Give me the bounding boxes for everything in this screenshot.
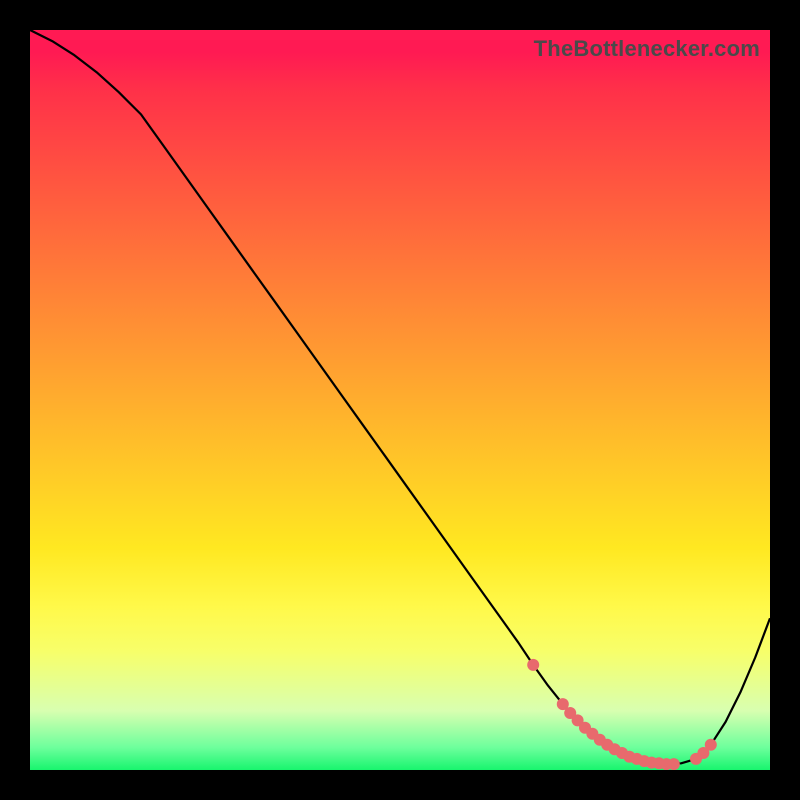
plot-area: TheBottlenecker.com [30,30,770,770]
marker-point [668,758,680,770]
chart-svg [30,30,770,770]
curve-line [30,30,770,764]
marker-point [527,659,539,671]
chart-stage: TheBottlenecker.com [0,0,800,800]
marker-group [527,659,717,770]
marker-point [705,739,717,751]
